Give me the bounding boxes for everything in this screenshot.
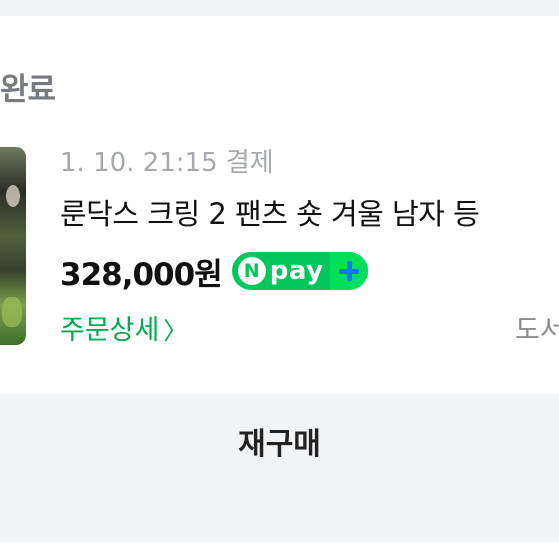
top-strip [0,0,559,16]
thumbnail-detail [2,297,22,327]
npay-label: pay [269,256,324,286]
order-time: 1. 10. 21:15 결제 [60,148,274,178]
npay-plus-icon [329,252,368,290]
order-detail-link[interactable]: 주문상세 〉 [60,311,187,351]
product-thumbnail[interactable] [0,147,26,345]
npay-badge: N pay [231,252,368,290]
chevron-right-icon: 〉 [163,317,188,345]
rebuy-button[interactable]: 재구매 [0,394,559,488]
delivery-status: 도서 [515,315,559,346]
order-detail-label: 주문상세 [60,315,160,346]
price-row: 328,000원 N pay [60,250,368,293]
thumbnail-detail [6,185,20,207]
next-card [0,542,559,559]
order-status-title: 완료 [0,72,56,108]
npay-n-icon: N [237,257,266,285]
product-price: 328,000원 [60,256,223,293]
product-name[interactable]: 룬닥스 크링 2 팬츠 숏 겨울 남자 등 [60,195,559,233]
